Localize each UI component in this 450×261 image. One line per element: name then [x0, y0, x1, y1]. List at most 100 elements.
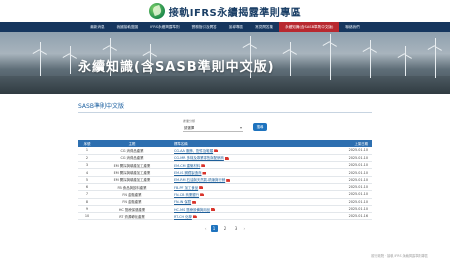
- nav-item[interactable]: IFRS永續揭露準則: [144, 22, 185, 32]
- cell-standard: FN-IN 保險: [168, 198, 308, 206]
- pdf-icon[interactable]: [200, 193, 205, 197]
- site-logo-link[interactable]: 接軌IFRS永續揭露準則專區: [148, 3, 301, 19]
- turbine-blade: [110, 38, 111, 46]
- nav-item[interactable]: 宣導專區: [223, 22, 249, 32]
- pdf-icon[interactable]: [192, 215, 197, 219]
- standard-link[interactable]: FN-IN 保險: [174, 200, 191, 204]
- wind-turbine-icon: [405, 54, 406, 76]
- turbine-blade: [370, 40, 371, 48]
- col-header-standard: 標準名稱: [168, 140, 308, 147]
- section-title: SASB準則中文版: [78, 103, 124, 110]
- next-page-button[interactable]: ›: [244, 226, 246, 231]
- pdf-icon[interactable]: [199, 186, 204, 190]
- col-header-no: 序號: [78, 140, 96, 147]
- page-button[interactable]: 1: [210, 225, 218, 233]
- nav-item[interactable]: 實務指引及問答: [186, 22, 223, 32]
- industry-select-box[interactable]: 請選擇 ▾: [183, 123, 243, 132]
- cell-topic: RT 資源轉化產業: [96, 212, 168, 221]
- pdf-icon[interactable]: [192, 200, 197, 204]
- cell-date: 2025.01.10: [308, 176, 372, 185]
- cell-date: 2025.01.10: [308, 190, 372, 199]
- pdf-icon[interactable]: [201, 164, 206, 168]
- cell-date: 2025.01.10: [308, 198, 372, 206]
- nav-item[interactable]: 最新消息: [84, 22, 110, 32]
- prev-page-button[interactable]: ‹: [205, 226, 207, 231]
- cell-no: 4: [78, 168, 96, 177]
- turbine-blade: [32, 49, 40, 54]
- cell-no: 7: [78, 190, 96, 199]
- cell-standard: FN-CB 商業銀行: [168, 190, 308, 199]
- cell-standard: CG-AA 服飾、配件及鞋類: [168, 147, 308, 155]
- cell-topic: FN 金融產業: [96, 198, 168, 206]
- cell-no: 8: [78, 198, 96, 206]
- cell-date: 2025.01.10: [308, 183, 372, 192]
- table-row: 1 CG 消費品產業 CG-AA 服飾、配件及鞋類 2025.01.10: [78, 147, 372, 155]
- cell-standard: CG-MR 多樣及專業零售與配銷商: [168, 154, 308, 163]
- cell-date: 2025.01.10: [308, 154, 372, 163]
- cell-topic: EM 開採與礦產加工產業: [96, 168, 168, 177]
- cell-date: 2025.01.10: [308, 205, 372, 214]
- turbine-blade: [70, 46, 71, 54]
- turbine-blade: [322, 41, 330, 46]
- pdf-icon[interactable]: [214, 149, 219, 153]
- wind-turbine-icon: [70, 54, 71, 74]
- hero-banner: 永續知識(含SASB準則中文版): [0, 32, 450, 94]
- pdf-icon[interactable]: [226, 178, 231, 182]
- standard-link[interactable]: EM-CM 建築材料: [174, 164, 200, 168]
- cell-no: 3: [78, 161, 96, 170]
- pdf-icon[interactable]: [224, 156, 229, 160]
- standard-link[interactable]: EM-RM 石油與天然氣-精煉與行銷: [174, 178, 225, 182]
- industry-select[interactable]: 產業分類 請選擇 ▾: [183, 119, 243, 132]
- filter-bar: 產業分類 請選擇 ▾ 搜尋: [0, 119, 450, 132]
- wind-turbine-icon: [40, 50, 41, 76]
- nav-item[interactable]: 常見問答集: [249, 22, 279, 32]
- turbine-blade: [290, 42, 291, 50]
- industry-select-value: 請選擇: [184, 125, 195, 130]
- cell-topic: CG 消費品產業: [96, 147, 168, 155]
- cell-no: 9: [78, 205, 96, 214]
- page-button[interactable]: 3: [233, 225, 240, 232]
- chevron-down-icon: ▾: [239, 124, 242, 130]
- cell-date: 2025.01.10: [308, 168, 372, 177]
- table-row: 2 CG 消費品產業 CG-MR 多樣及專業零售與配銷商 2025.01.10: [78, 154, 372, 163]
- search-button[interactable]: 搜尋: [253, 122, 267, 131]
- hero-water: [0, 76, 450, 94]
- turbine-blade: [362, 47, 370, 52]
- footer-text: 觀行政院 · 接軌 IFRS 永續揭露準則專區: [371, 254, 428, 258]
- cell-date: 2025.01.10: [308, 147, 372, 155]
- turbine-blade: [397, 53, 405, 58]
- wind-turbine-icon: [290, 50, 291, 76]
- turbine-blade: [282, 49, 290, 54]
- pagination: ‹ 1 2 3 ›: [0, 225, 450, 233]
- leaf-logo-icon: [148, 3, 165, 19]
- cell-topic: CG 消費品產業: [96, 154, 168, 163]
- nav-item[interactable]: 我國接軌藍圖: [111, 22, 145, 32]
- cell-no: 6: [78, 183, 96, 192]
- turbine-blade: [250, 36, 251, 44]
- turbine-blade: [62, 53, 70, 58]
- standard-link[interactable]: FB-PF 加工食品: [174, 186, 198, 190]
- turbine-blade: [435, 38, 436, 46]
- hero-title: 永續知識(含SASB準則中文版): [78, 60, 275, 75]
- page-button[interactable]: 2: [222, 225, 229, 232]
- table-row: 3 EM 開採與礦產加工產業 EM-CM 建築材料 2025.01.10: [78, 161, 372, 170]
- table-row: 9 HC 醫療保健產業 HC-MS 醫療設備與用品 2025.01.10: [78, 205, 372, 214]
- nav-item[interactable]: 永續知識(含SASB準則中文版): [279, 22, 340, 32]
- table-row: 8 FN 金融產業 FN-IN 保險 2025.01.10: [78, 198, 372, 206]
- cell-topic: FB 食品與飲料產業: [96, 183, 168, 192]
- pdf-icon[interactable]: [211, 208, 216, 212]
- pdf-icon[interactable]: [202, 171, 207, 175]
- standard-link[interactable]: FN-CB 商業銀行: [174, 193, 199, 197]
- cell-no: 10: [78, 212, 96, 221]
- standard-link[interactable]: CG-MR 多樣及專業零售與配銷商: [174, 156, 224, 160]
- standard-link[interactable]: HC-MS 醫療設備與用品: [174, 208, 210, 212]
- standard-link[interactable]: EM-IS 鋼鐵製造商: [174, 171, 201, 175]
- cell-topic: HC 醫療保健產業: [96, 205, 168, 214]
- site-header: 接軌IFRS永續揭露準則專區: [0, 0, 450, 22]
- standard-link[interactable]: RT-CH 化學: [174, 215, 192, 219]
- turbine-blade: [405, 46, 406, 54]
- cell-date: 2025.01.10: [308, 161, 372, 170]
- table-row: 6 FB 食品與飲料產業 FB-PF 加工食品 2025.01.10: [78, 183, 372, 192]
- standard-link[interactable]: CG-AA 服飾、配件及鞋類: [174, 149, 213, 153]
- nav-item[interactable]: 聯絡我們: [339, 22, 365, 32]
